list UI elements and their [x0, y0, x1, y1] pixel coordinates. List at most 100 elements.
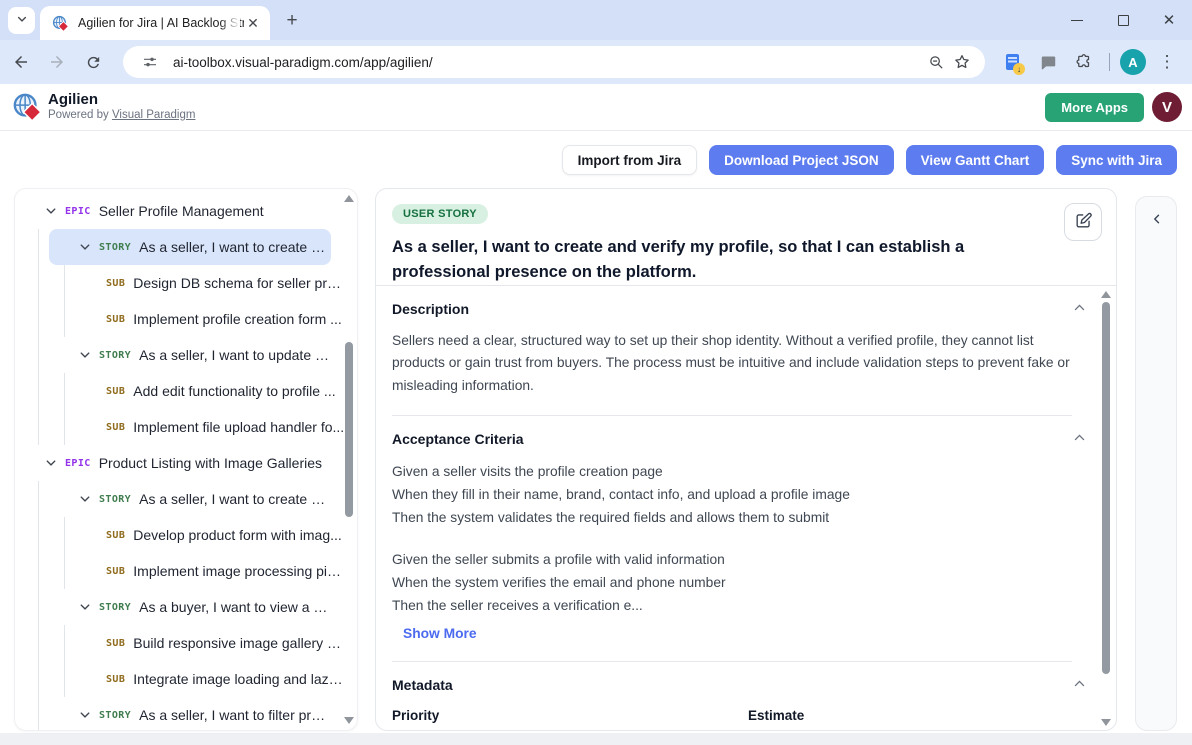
description-text: Sellers need a clear, structured way to …	[392, 330, 1072, 397]
browser-tab[interactable]: Agilien for Jira | AI Backlog Stru ✕	[40, 6, 270, 40]
chevron-down-icon[interactable]	[79, 241, 91, 253]
window-close-button[interactable]: ✕	[1146, 0, 1192, 40]
sub-tag: SUB	[106, 314, 125, 325]
metadata-heading: Metadata	[392, 677, 453, 693]
app-title: Agilien	[48, 91, 98, 108]
scroll-up-icon[interactable]	[1101, 291, 1111, 298]
visual-paradigm-link[interactable]: Visual Paradigm	[112, 109, 196, 121]
epic-tag: EPIC	[65, 458, 91, 469]
chevron-down-icon[interactable]	[79, 601, 91, 613]
scrollbar-thumb[interactable]	[345, 342, 353, 517]
account-avatar[interactable]: V	[1152, 92, 1182, 122]
chevron-down-icon[interactable]	[45, 457, 57, 469]
tree-item-epic[interactable]: EPIC Seller Profile Management	[15, 193, 345, 229]
tree-item-subtask[interactable]: SUB Implement file upload handler fo...	[65, 409, 345, 445]
browser-menu-icon[interactable]: ⋮	[1152, 47, 1182, 77]
url-bar[interactable]: ai-toolbox.visual-paradigm.com/app/agili…	[123, 46, 985, 78]
story-tag: STORY	[99, 602, 131, 613]
tree-item-label: Implement profile creation form ...	[133, 311, 342, 327]
scrollbar-thumb[interactable]	[1102, 302, 1110, 674]
sync-with-jira-button[interactable]: Sync with Jira	[1056, 145, 1177, 175]
collapse-section-icon[interactable]	[1073, 431, 1086, 444]
download-project-json-button[interactable]: Download Project JSON	[709, 145, 894, 175]
extensions-puzzle-icon[interactable]	[1069, 47, 1099, 77]
tree-item-epic[interactable]: EPIC Product Listing with Image Gallerie…	[15, 445, 345, 481]
tab-close-icon[interactable]: ✕	[244, 14, 262, 32]
zoom-out-icon[interactable]	[923, 49, 949, 75]
chevron-down-icon[interactable]	[45, 205, 57, 217]
tree-item-story-selected[interactable]: STORY As a seller, I want to create and …	[49, 229, 331, 265]
chevron-left-icon	[1151, 212, 1163, 230]
tree-item-story[interactable]: STORY As a seller, I want to filter prod…	[49, 697, 331, 731]
story-header: USER STORY As a seller, I want to create…	[376, 189, 1116, 286]
story-tag: STORY	[99, 242, 131, 253]
story-detail-body: Description Sellers need a clear, struct…	[376, 286, 1116, 731]
tree-item-label: Build responsive image gallery co...	[133, 635, 345, 651]
bookmark-star-icon[interactable]	[949, 49, 975, 75]
browser-profile-avatar[interactable]: A	[1120, 49, 1146, 75]
page-background-strip	[0, 733, 1192, 745]
tree-item-story[interactable]: STORY As a seller, I want to update my..…	[49, 337, 331, 373]
window-minimize-button[interactable]	[1054, 0, 1100, 40]
tree-item-label: Develop product form with imag...	[133, 527, 342, 543]
tree-item-subtask[interactable]: SUB Develop product form with imag...	[65, 517, 345, 553]
scroll-down-icon[interactable]	[1101, 719, 1111, 726]
tree-item-subtask[interactable]: SUB Integrate image loading and lazy...	[65, 661, 345, 697]
tree-item-subtask[interactable]: SUB Add edit functionality to profile ..…	[65, 373, 345, 409]
scroll-up-icon[interactable]	[344, 195, 354, 202]
chevron-down-icon[interactable]	[79, 493, 91, 505]
acceptance-criteria-heading: Acceptance Criteria	[392, 431, 524, 447]
story-tag: STORY	[99, 710, 131, 721]
metadata-section: Metadata Priority High Estimate 8 Timeli…	[392, 662, 1072, 731]
tree-item-label: Design DB schema for seller pro...	[133, 275, 345, 291]
tree-item-label: Seller Profile Management	[99, 203, 264, 219]
expand-panel-button[interactable]	[1136, 211, 1178, 231]
tree-item-subtask[interactable]: SUB Implement image processing pip...	[65, 553, 345, 589]
sub-tag: SUB	[106, 386, 125, 397]
sub-tag: SUB	[106, 422, 125, 433]
import-from-jira-button[interactable]: Import from Jira	[562, 145, 698, 175]
tree-item-subtask[interactable]: SUB Build responsive image gallery co...	[65, 625, 345, 661]
priority-label: Priority	[392, 708, 748, 723]
chat-bubble-icon[interactable]	[1033, 47, 1063, 77]
reload-button[interactable]	[78, 47, 108, 77]
sub-tag: SUB	[106, 566, 125, 577]
criteria-line: Given a seller visits the profile creati…	[392, 460, 1072, 483]
window-maximize-button[interactable]	[1100, 0, 1146, 40]
tree-item-subtask[interactable]: SUB Design DB schema for seller pro...	[65, 265, 345, 301]
tree-item-story[interactable]: STORY As a seller, I want to create a pr…	[49, 481, 331, 517]
extension-download-icon[interactable]: ↓	[997, 47, 1027, 77]
criteria-line: When they fill in their name, brand, con…	[392, 483, 1072, 506]
tree-item-label: As a buyer, I want to view a pro...	[139, 599, 331, 615]
tree-item-subtask[interactable]: SUB Implement profile creation form ...	[65, 301, 345, 337]
browser-tabstrip: Agilien for Jira | AI Backlog Stru ✕ + ✕	[0, 0, 1192, 40]
scroll-down-icon[interactable]	[344, 717, 354, 724]
story-title: As a seller, I want to create and verify…	[392, 235, 1046, 285]
collapse-section-icon[interactable]	[1073, 677, 1086, 690]
chevron-down-icon[interactable]	[79, 709, 91, 721]
tree-item-story[interactable]: STORY As a buyer, I want to view a pro..…	[49, 589, 331, 625]
show-more-link[interactable]: Show More	[403, 626, 477, 641]
forward-button[interactable]	[42, 47, 72, 77]
tree-scrollbar[interactable]	[343, 195, 355, 724]
tab-search-button[interactable]	[8, 7, 35, 34]
new-tab-button[interactable]: +	[280, 9, 304, 33]
edit-story-button[interactable]	[1064, 203, 1102, 241]
criteria-line: Then the seller receives a verification …	[392, 594, 1072, 617]
actions-toolbar: Import from Jira Download Project JSON V…	[562, 145, 1177, 175]
view-gantt-chart-button[interactable]: View Gantt Chart	[906, 145, 1045, 175]
priority-value: High	[392, 730, 748, 731]
collapsed-side-panel	[1135, 196, 1177, 731]
estimate-value: 8	[748, 730, 1072, 731]
chevron-down-icon	[16, 12, 28, 30]
minimize-icon	[1071, 20, 1083, 21]
criteria-line: Given the seller submits a profile with …	[392, 548, 1072, 571]
window-controls: ✕	[1054, 0, 1192, 40]
detail-scrollbar[interactable]	[1100, 291, 1112, 726]
back-button[interactable]	[6, 47, 36, 77]
tree-item-label: As a seller, I want to filter produ...	[139, 707, 331, 723]
more-apps-button[interactable]: More Apps	[1045, 93, 1144, 122]
chevron-down-icon[interactable]	[79, 349, 91, 361]
site-settings-icon[interactable]	[137, 49, 163, 75]
collapse-section-icon[interactable]	[1073, 301, 1086, 314]
